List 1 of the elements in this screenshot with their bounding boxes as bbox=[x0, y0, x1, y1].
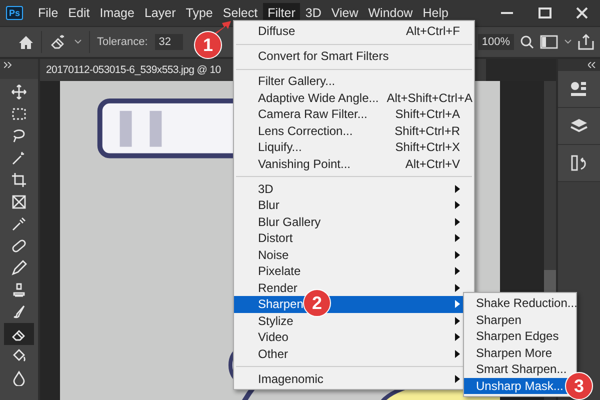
tolerance-label: Tolerance: bbox=[97, 36, 148, 48]
